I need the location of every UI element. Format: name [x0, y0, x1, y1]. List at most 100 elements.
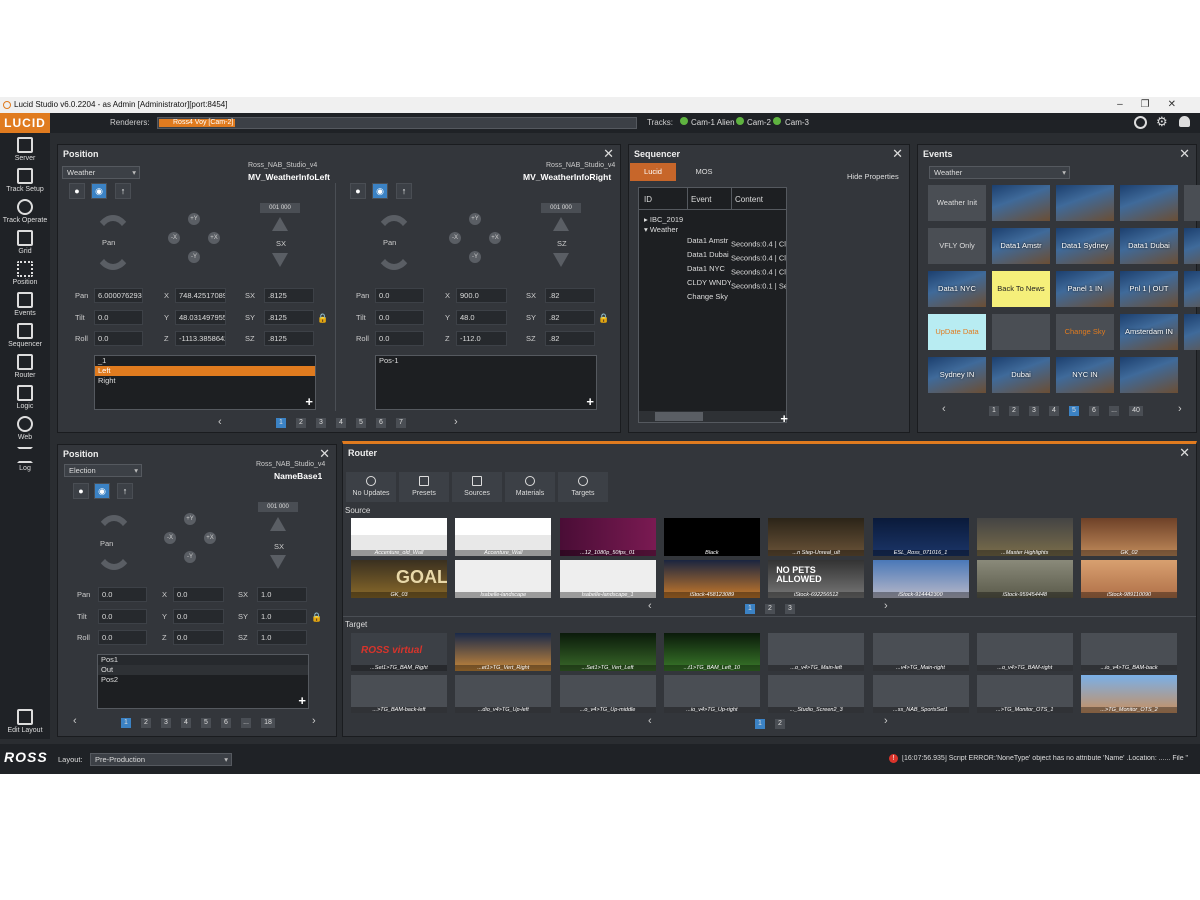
add-position-icon[interactable]: + — [586, 394, 594, 409]
page-button[interactable]: 6 — [376, 418, 386, 428]
page-button[interactable]: 6 — [1089, 406, 1099, 416]
page-next-icon[interactable]: › — [454, 416, 458, 428]
event-tile-vfly-only[interactable]: VFLY Only — [928, 228, 986, 264]
page-button[interactable]: 1 — [276, 418, 286, 428]
page-prev-icon[interactable]: ‹ — [73, 715, 77, 727]
tree-group[interactable]: ▸ IBC_2019 — [644, 215, 683, 224]
sequencer-tree[interactable]: ID Event Content ▸ IBC_2019 ▾ Weather Da… — [638, 187, 788, 426]
list-item[interactable]: Out — [98, 665, 308, 675]
source-thumbnail[interactable]: iStock-914442300 — [872, 560, 969, 598]
sx-field[interactable]: .82 — [545, 288, 595, 303]
minus-x-button[interactable]: -X — [164, 532, 176, 544]
xy-dpad[interactable]: +Y -Y -X +X — [162, 513, 218, 569]
sidebar-item-logic[interactable]: Logic — [0, 385, 50, 410]
event-tile-event-tile[interactable] — [1056, 185, 1114, 221]
page-next-icon[interactable]: › — [884, 715, 888, 727]
person-icon[interactable]: ● — [69, 183, 85, 199]
y-field[interactable]: 0.0 — [173, 609, 224, 624]
person-icon[interactable]: ● — [350, 183, 366, 199]
page-button[interactable]: 7 — [396, 418, 406, 428]
z-field[interactable]: 0.0 — [173, 630, 224, 645]
list-item-selected[interactable]: Left — [95, 366, 315, 376]
page-prev-icon[interactable]: ‹ — [648, 600, 652, 612]
roll-field[interactable]: 0.0 — [98, 630, 147, 645]
target-thumbnail[interactable]: ...Set1>TG_Vert_Left — [559, 633, 656, 671]
sidebar-item-log[interactable]: Log — [0, 447, 50, 472]
scale-down-button[interactable] — [270, 555, 286, 569]
page-button[interactable]: 6 — [221, 718, 231, 728]
z-field[interactable]: -1113.3858642 — [175, 331, 226, 346]
scale-up-button[interactable] — [553, 217, 569, 231]
scale-down-button[interactable] — [553, 253, 569, 267]
col-event[interactable]: Event — [691, 195, 711, 204]
list-item[interactable]: Pos-1 — [376, 356, 596, 366]
event-tile-event-tile[interactable] — [1184, 314, 1200, 350]
page-next-icon[interactable]: › — [884, 600, 888, 612]
page-button[interactable]: ... — [1109, 406, 1119, 416]
horizontal-scrollbar[interactable] — [639, 411, 786, 422]
position-list[interactable]: Pos1 Out Pos2 + — [97, 654, 309, 709]
minus-y-button[interactable]: -Y — [188, 251, 200, 263]
lock-icon[interactable]: 🔒 — [311, 612, 322, 623]
event-tile-event-tile[interactable] — [1120, 185, 1178, 221]
event-tile-sydney-in[interactable]: Sydney IN — [928, 357, 986, 393]
step-selector[interactable]: 001 000 — [258, 502, 298, 512]
tab-mos[interactable]: MOS — [684, 163, 724, 181]
page-next-icon[interactable]: › — [312, 715, 316, 727]
plus-x-button[interactable]: +X — [208, 232, 220, 244]
page-button[interactable]: 2 — [1009, 406, 1019, 416]
page-button[interactable]: 1 — [755, 719, 765, 729]
page-button[interactable]: 2 — [775, 719, 785, 729]
close-icon[interactable]: ✕ — [1179, 445, 1190, 461]
source-thumbnail[interactable]: GOAL GK_03 — [351, 560, 447, 598]
minus-y-button[interactable]: -Y — [469, 251, 481, 263]
target-thumbnail[interactable]: ...>TG_Monitor_OTS_1 — [976, 675, 1073, 713]
tilt-field[interactable]: 0.0 — [98, 609, 147, 624]
person-icon[interactable]: ● — [73, 483, 89, 499]
target-thumbnail[interactable]: ..._Studio_Screen2_3 — [768, 675, 865, 713]
tab-lucid[interactable]: Lucid — [630, 163, 676, 181]
plus-y-button[interactable]: +Y — [188, 213, 200, 225]
step-selector[interactable]: 001 000 — [541, 203, 581, 213]
page-button[interactable]: 3 — [161, 718, 171, 728]
sx-field[interactable]: 1.0 — [257, 587, 307, 602]
source-thumbnail[interactable]: Black — [663, 518, 760, 556]
source-thumbnail[interactable]: Accenture_Wall — [455, 518, 552, 556]
plus-x-button[interactable]: +X — [204, 532, 216, 544]
event-tile-event-tile[interactable] — [992, 314, 1050, 350]
page-button[interactable]: 4 — [181, 718, 191, 728]
globe-icon[interactable] — [1134, 116, 1147, 129]
sz-field[interactable]: .8125 — [264, 331, 314, 346]
add-event-icon[interactable]: + — [780, 411, 788, 426]
renderer-chip[interactable]: Ross4 Voy [Cam-2] — [159, 119, 235, 127]
target-thumbnail[interactable]: ...dio_v4>TG_Up-left — [455, 675, 552, 713]
xy-dpad[interactable]: +Y -Y -X +X — [447, 213, 503, 269]
renderer-field[interactable]: Ross4 Voy [Cam-2] — [157, 117, 637, 129]
sources-button[interactable]: Sources — [452, 472, 502, 502]
plus-y-button[interactable]: +Y — [184, 513, 196, 525]
eye-icon[interactable]: ◉ — [91, 183, 107, 199]
close-icon[interactable]: ✕ — [1179, 146, 1190, 162]
page-button[interactable]: 2 — [296, 418, 306, 428]
add-position-icon[interactable]: + — [305, 394, 313, 409]
source-thumbnail[interactable]: ...12_1080p_50fps_01 — [559, 518, 656, 556]
event-tile-data1-nyc[interactable]: Data1 NYC — [928, 271, 986, 307]
y-field[interactable]: 48.0314979553 — [175, 310, 226, 325]
col-id[interactable]: ID — [644, 195, 652, 204]
sidebar-item-track-setup[interactable]: Track Setup — [0, 168, 50, 193]
table-row[interactable]: CLDY WNDYSeconds:0.1 | Se — [687, 278, 786, 292]
sidebar-item-position[interactable]: Position — [0, 261, 50, 286]
event-tile-amsterdam-in[interactable]: Amsterdam IN — [1120, 314, 1178, 350]
tilt-field[interactable]: 0.0 — [375, 310, 424, 325]
upload-icon[interactable]: ↑ — [117, 483, 133, 499]
target-thumbnail[interactable]: ...o_v4>TG_BAM-right — [976, 633, 1073, 671]
step-selector[interactable]: 001 000 — [260, 203, 300, 213]
source-thumbnail[interactable]: iStock-458123089 — [663, 560, 760, 598]
minus-x-button[interactable]: -X — [168, 232, 180, 244]
target-thumbnail[interactable]: ...io_v4>TG_Up-right — [663, 675, 760, 713]
event-tile-data1-dubai[interactable]: Data1 Dubai — [1120, 228, 1178, 264]
close-icon[interactable]: ✕ — [892, 146, 903, 162]
page-button[interactable]: 5 — [201, 718, 211, 728]
sy-field[interactable]: .82 — [545, 310, 595, 325]
page-button[interactable]: 40 — [1129, 406, 1143, 416]
